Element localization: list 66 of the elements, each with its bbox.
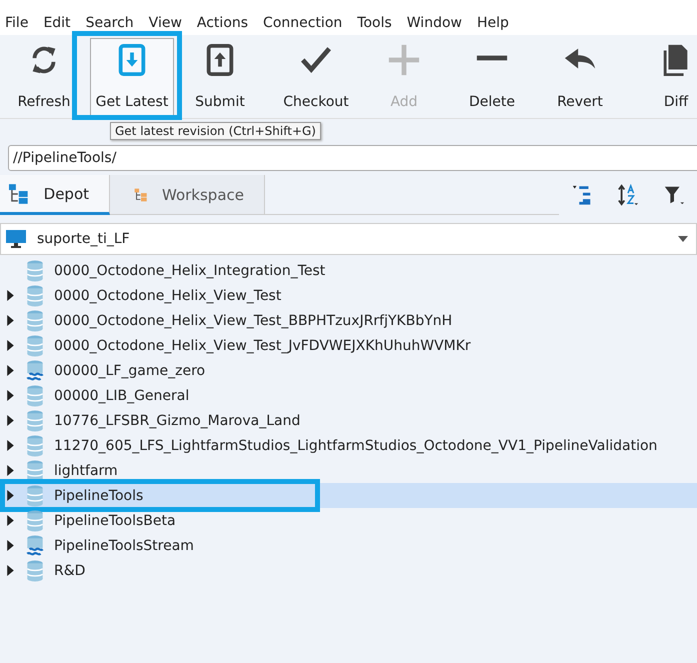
expand-arrow-icon[interactable] xyxy=(7,440,14,451)
sort-icon[interactable] xyxy=(617,184,639,206)
tree-row[interactable]: 00000_LF_game_zero xyxy=(0,358,697,383)
toolbar-button[interactable]: Revert xyxy=(538,38,622,116)
menu-item[interactable]: Connection xyxy=(263,14,342,30)
toolbar-button[interactable]: Refresh xyxy=(2,38,86,116)
menu-item[interactable]: View xyxy=(148,14,182,30)
stream-icon xyxy=(26,360,44,382)
database-icon xyxy=(26,510,44,532)
database-icon xyxy=(26,384,44,406)
expand-arrow-icon[interactable] xyxy=(7,415,14,426)
database-icon xyxy=(26,484,44,506)
expand-arrow-icon[interactable] xyxy=(7,315,14,326)
path-field[interactable]: //PipelineTools/ xyxy=(8,145,697,171)
database-icon xyxy=(26,310,44,332)
tree-row[interactable]: 0000_Octodone_Helix_Integration_Test xyxy=(0,258,697,283)
menu-item[interactable]: File xyxy=(5,14,28,30)
menu-item[interactable]: Edit xyxy=(43,14,71,30)
tree-row[interactable]: PipelineToolsStream xyxy=(0,533,697,558)
menu-item[interactable]: Search xyxy=(86,14,134,30)
expand-arrow-icon[interactable] xyxy=(7,540,14,551)
database-icon xyxy=(26,334,44,356)
menu-item[interactable]: Window xyxy=(406,14,462,30)
tree-row[interactable]: 0000_Octodone_Helix_View_Test_JvFDVWEJXKhUhuhWVMKr xyxy=(0,333,697,358)
tree-row[interactable]: R&D xyxy=(0,558,697,583)
expand-arrow-icon[interactable] xyxy=(7,365,14,376)
stream-icon xyxy=(26,534,44,556)
tooltip: Get latest revision (Ctrl+Shift+G) xyxy=(110,122,321,140)
tab[interactable]: Workspace xyxy=(110,175,265,215)
menu-item[interactable]: Tools xyxy=(357,14,392,30)
database-icon xyxy=(26,410,44,432)
folder-tree-icon xyxy=(8,182,30,204)
minus-icon xyxy=(475,54,509,60)
expand-arrow-icon[interactable] xyxy=(7,390,14,401)
database-icon xyxy=(26,260,44,282)
plus-icon xyxy=(387,42,421,76)
tree-options-icon[interactable] xyxy=(571,184,593,206)
expand-arrow-icon[interactable] xyxy=(7,340,14,351)
menu-item[interactable]: Actions xyxy=(196,14,248,30)
database-icon xyxy=(26,434,44,456)
toolbar-button[interactable]: Get Latest xyxy=(90,38,174,116)
database-icon xyxy=(26,560,44,582)
tree-row[interactable]: 0000_Octodone_Helix_View_Test xyxy=(0,283,697,308)
menu-item[interactable]: Help xyxy=(476,14,509,30)
toolbar-button[interactable]: Delete xyxy=(450,38,534,116)
tree-row[interactable]: PipelineToolsBeta xyxy=(0,508,697,533)
tab[interactable]: Depot xyxy=(0,175,110,215)
expand-arrow-icon[interactable] xyxy=(7,290,14,301)
monitor-icon xyxy=(5,229,27,249)
toolbar-button[interactable]: Diff xyxy=(634,38,697,116)
expand-arrow-icon[interactable] xyxy=(7,565,14,576)
tree-row[interactable]: 10776_LFSBR_Gizmo_Marova_Land xyxy=(0,408,697,433)
database-icon xyxy=(26,284,44,306)
tree-row[interactable]: 11270_605_LFS_LightfarmStudios_LightfarmStudios_Octodone_VV1_PipelineValidation xyxy=(0,433,697,458)
database-icon xyxy=(26,460,44,482)
toolbar-button[interactable]: Submit xyxy=(178,38,262,116)
tree-row[interactable]: 0000_Octodone_Helix_View_Test_BBPHTzuxJRrfjYKBbYnH xyxy=(0,308,697,333)
caret-icon xyxy=(678,236,688,242)
workspace-dropdown[interactable]: suporte_ti_LF xyxy=(0,223,697,255)
tree-row[interactable]: 00000_LIB_General xyxy=(0,383,697,408)
expand-arrow-icon[interactable] xyxy=(7,490,14,501)
expand-arrow-icon[interactable] xyxy=(7,515,14,526)
filter-icon[interactable] xyxy=(663,184,685,206)
toolbar-button[interactable]: Checkout xyxy=(274,38,358,116)
expand-arrow-icon[interactable] xyxy=(7,465,14,476)
tree-row[interactable]: lightfarm xyxy=(0,458,697,483)
